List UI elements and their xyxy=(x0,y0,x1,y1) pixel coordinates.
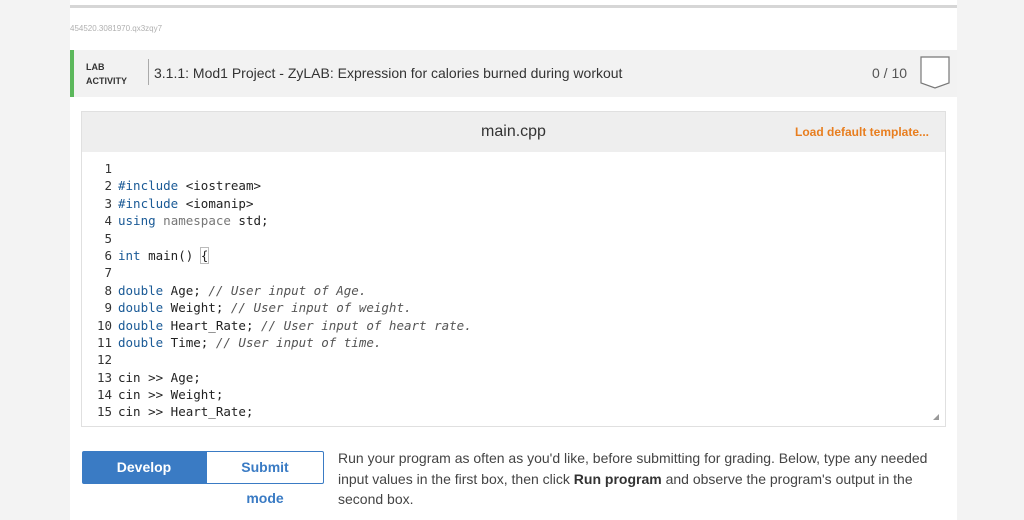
lab-tag-line2: ACTIVITY xyxy=(86,76,128,86)
develop-mode-button[interactable]: Develop mode xyxy=(82,451,206,506)
code-line[interactable]: 1 xyxy=(82,160,945,177)
code-text: double Heart_Rate; // User input of hear… xyxy=(118,317,472,334)
code-token: { xyxy=(199,246,210,264)
line-number: 5 xyxy=(104,230,112,246)
code-token: cin >> Weight; xyxy=(118,387,224,403)
code-token: Heart_Rate; xyxy=(163,317,261,333)
code-token: main() xyxy=(140,247,201,263)
code-text: cin >> Heart_Rate; xyxy=(118,403,253,420)
code-token: double xyxy=(118,300,164,316)
code-token: // User input of Age. xyxy=(208,282,367,298)
code-line[interactable]: 2 #include <iostream> xyxy=(82,177,945,194)
code-token: Age; xyxy=(163,282,209,298)
code-text: int main() { xyxy=(118,246,210,264)
line-number: 12 xyxy=(96,352,112,368)
lab-activity-header: LAB ACTIVITY 3.1.1: Mod1 Project - ZyLAB… xyxy=(70,50,957,97)
code-token: cin >> Time; xyxy=(118,422,208,424)
load-template-link[interactable]: Load default template... xyxy=(795,125,929,139)
code-text: using namespace std; xyxy=(118,212,269,229)
code-token: Time; xyxy=(163,334,216,350)
code-line[interactable]: 15 cin >> Heart_Rate; xyxy=(82,403,945,420)
code-token: std; xyxy=(230,213,269,229)
line-number: 16 xyxy=(82,421,118,424)
code-token: cin >> Heart_Rate; xyxy=(118,404,254,420)
line-number: 6 xyxy=(104,247,112,263)
editor-header: main.cpp Load default template... xyxy=(82,112,945,152)
code-line[interactable]: 13 cin >> Age; xyxy=(82,369,945,386)
line-number: 2 xyxy=(104,178,112,194)
code-text: cin >> Weight; xyxy=(118,386,223,403)
code-text: #include <iostream> xyxy=(118,177,261,194)
line-number: 1 xyxy=(104,161,112,176)
resize-handle-icon[interactable] xyxy=(933,414,939,420)
submit-mode-button[interactable]: Submit mode xyxy=(206,451,324,506)
completion-badge-icon xyxy=(920,56,950,89)
code-text: #include <iomanip> xyxy=(118,195,253,212)
code-text: double Time; // User input of time. xyxy=(118,334,381,351)
code-editor[interactable]: main.cpp Load default template... 1 2 #inc… xyxy=(81,111,946,427)
code-line[interactable]: 5 xyxy=(82,230,945,247)
lab-activity-tag: LAB ACTIVITY xyxy=(86,60,127,88)
code-text: cin >> Age; xyxy=(118,369,201,386)
code-token: // User input of heart rate. xyxy=(261,317,472,333)
code-line[interactable]: 12 xyxy=(82,351,945,368)
code-token: cin >> Age; xyxy=(118,369,201,385)
code-line[interactable]: 7 xyxy=(82,264,945,281)
line-number: 15 xyxy=(96,404,112,420)
lab-title: 3.1.1: Mod1 Project - ZyLAB: Expression … xyxy=(154,65,623,81)
left-gutter xyxy=(0,0,70,520)
code-line[interactable]: 14 cin >> Weight; xyxy=(82,386,945,403)
watermark: 454520.3081970.qx3zqy7 xyxy=(70,24,163,33)
code-token: #include xyxy=(118,178,179,194)
line-number: 9 xyxy=(104,300,112,316)
line-number: 14 xyxy=(96,387,112,403)
top-divider xyxy=(70,5,957,8)
code-line[interactable]: 8 double Age; // User input of Age. xyxy=(82,282,945,299)
mode-toggle: Develop mode Submit mode xyxy=(82,451,324,506)
line-number: 3 xyxy=(104,195,112,211)
code-line[interactable]: 16cin >> Time; xyxy=(82,421,945,424)
code-text: cin >> Time; xyxy=(118,421,208,424)
code-line[interactable]: 4 using namespace std; xyxy=(82,212,945,229)
code-text: double Age; // User input of Age. xyxy=(118,282,366,299)
code-token: double xyxy=(118,282,164,298)
run-instructions: Run your program as often as you'd like,… xyxy=(338,448,948,510)
line-number: 10 xyxy=(96,317,112,333)
line-number: 4 xyxy=(104,213,112,229)
code-token: #include xyxy=(118,195,179,211)
code-token: double xyxy=(118,317,164,333)
code-line[interactable]: 11 double Time; // User input of time. xyxy=(82,334,945,351)
run-program-emphasis: Run program xyxy=(573,470,662,487)
code-line[interactable]: 3 #include <iomanip> xyxy=(82,195,945,212)
code-token: double xyxy=(118,334,164,350)
line-number: 13 xyxy=(96,369,112,385)
code-token: <iomanip> xyxy=(178,195,254,211)
code-line[interactable]: 10 double Heart_Rate; // User input of he… xyxy=(82,317,945,334)
line-number: 11 xyxy=(96,334,112,350)
line-number: 8 xyxy=(104,282,112,298)
code-token: using xyxy=(118,213,156,229)
line-number: 7 xyxy=(104,265,112,281)
score-text: 0 / 10 xyxy=(872,65,908,81)
code-token: int xyxy=(118,247,141,263)
code-token: <iostream> xyxy=(178,178,262,194)
code-token: Weight; xyxy=(163,300,231,316)
main-content: 454520.3081970.qx3zqy7 LAB ACTIVITY 3.1.… xyxy=(70,0,957,520)
code-line[interactable]: 6 int main() { xyxy=(82,246,945,264)
lab-tag-line1: LAB xyxy=(86,62,105,72)
code-text: double Weight; // User input of weight. xyxy=(118,299,412,316)
code-token: // User input of time. xyxy=(215,334,382,350)
right-gutter xyxy=(957,0,1024,520)
header-divider xyxy=(148,59,149,85)
code-token: namespace xyxy=(163,213,231,229)
code-line[interactable]: 9 double Weight; // User input of weight. xyxy=(82,299,945,316)
code-area[interactable]: 1 2 #include <iostream> 3 #include <iomanip>… xyxy=(82,160,945,424)
code-token: // User input of weight. xyxy=(230,300,412,316)
